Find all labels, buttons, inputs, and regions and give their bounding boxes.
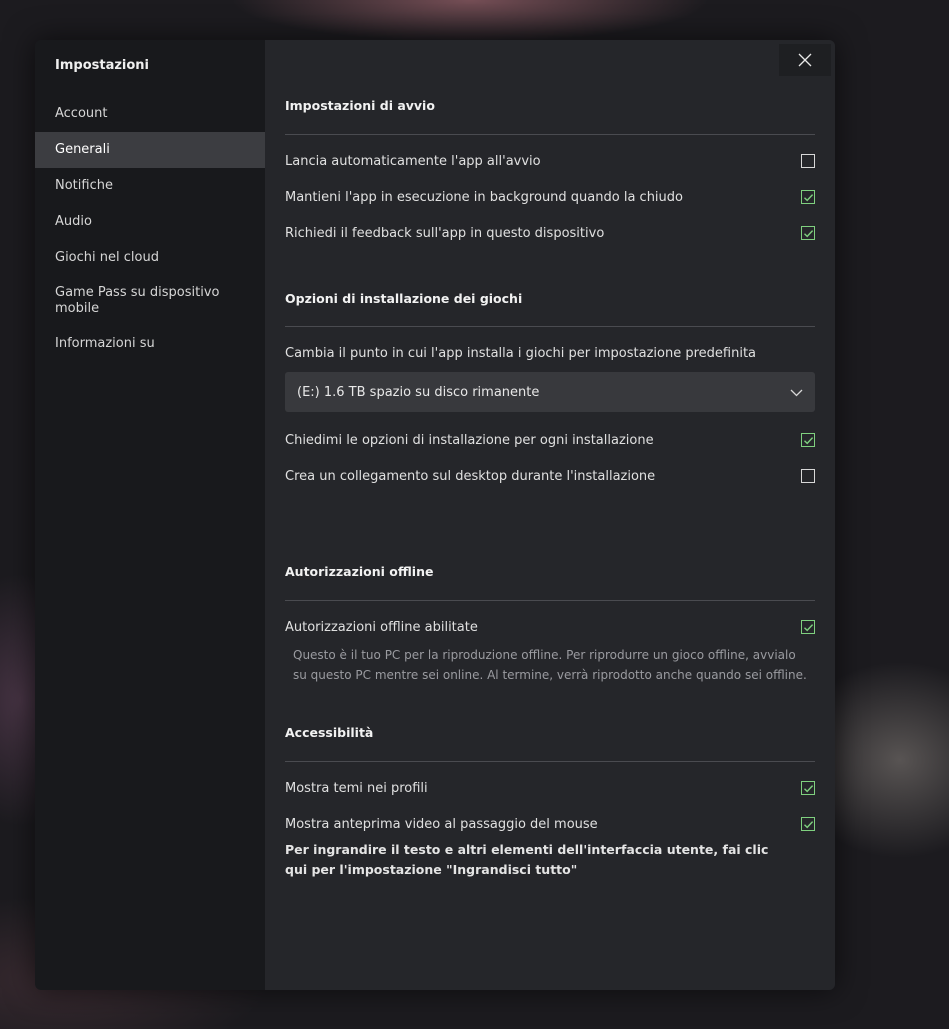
- sidebar-title: Impostazioni: [55, 58, 150, 73]
- sidebar-item-giochi-cloud[interactable]: Giochi nel cloud: [35, 240, 265, 276]
- option-ask-install[interactable]: Chiedimi le opzioni di installazione per…: [285, 429, 815, 451]
- divider: [285, 600, 815, 601]
- magnify-all-link[interactable]: Per ingrandire il testo e altri elementi…: [285, 840, 785, 880]
- section-title-install: Opzioni di installazione dei giochi: [285, 291, 523, 306]
- option-profile-themes[interactable]: Mostra temi nei profili: [285, 777, 815, 799]
- sidebar-item-generali[interactable]: Generali: [35, 132, 265, 168]
- sidebar-item-audio[interactable]: Audio: [35, 204, 265, 240]
- sidebar-item-informazioni[interactable]: Informazioni su: [35, 326, 265, 362]
- dropdown-value: (E:) 1.6 TB spazio su disco rimanente: [297, 384, 540, 400]
- close-button[interactable]: [779, 44, 831, 76]
- close-icon: [798, 53, 812, 67]
- checkbox-run-background[interactable]: [801, 190, 815, 204]
- offline-description: Questo è il tuo PC per la riproduzione o…: [293, 648, 807, 682]
- divider: [285, 761, 815, 762]
- option-desktop-shortcut[interactable]: Crea un collegamento sul desktop durante…: [285, 465, 815, 487]
- sidebar: Impostazioni Account Generali Notifiche …: [35, 40, 265, 990]
- divider: [285, 326, 815, 327]
- sidebar-item-notifiche[interactable]: Notifiche: [35, 168, 265, 204]
- section-title-accessibility: Accessibilità: [285, 725, 374, 740]
- checkbox-feedback[interactable]: [801, 226, 815, 240]
- sidebar-item-game-pass-mobile[interactable]: Game Pass su dispositivo mobile: [35, 276, 265, 326]
- checkbox-ask-install[interactable]: [801, 433, 815, 447]
- option-run-background[interactable]: Mantieni l'app in esecuzione in backgrou…: [285, 186, 815, 208]
- option-label: Autorizzazioni offline abilitate: [285, 619, 478, 635]
- checkbox-video-preview[interactable]: [801, 817, 815, 831]
- settings-content: Impostazioni di avvio Lancia automaticam…: [265, 40, 835, 990]
- divider: [285, 134, 815, 135]
- checkmark-icon: [803, 623, 813, 631]
- checkbox-desktop-shortcut[interactable]: [801, 469, 815, 483]
- option-label: Mostra temi nei profili: [285, 780, 428, 796]
- chevron-down-icon: [790, 389, 803, 396]
- option-label: Mostra anteprima video al passaggio del …: [285, 816, 598, 832]
- install-location-dropdown[interactable]: (E:) 1.6 TB spazio su disco rimanente: [285, 372, 815, 412]
- sidebar-nav: Account Generali Notifiche Audio Giochi …: [35, 96, 265, 362]
- option-offline-enabled[interactable]: Autorizzazioni offline abilitate: [285, 616, 815, 638]
- checkmark-icon: [803, 193, 813, 201]
- option-video-preview[interactable]: Mostra anteprima video al passaggio del …: [285, 813, 815, 835]
- option-label: Richiedi il feedback sull'app in questo …: [285, 225, 605, 241]
- checkbox-offline-enabled[interactable]: [801, 620, 815, 634]
- section-title-offline: Autorizzazioni offline: [285, 564, 434, 579]
- checkmark-icon: [803, 784, 813, 792]
- checkmark-icon: [803, 436, 813, 444]
- install-location-label: Cambia il punto in cui l'app installa i …: [285, 346, 757, 361]
- option-auto-launch[interactable]: Lancia automaticamente l'app all'avvio: [285, 150, 815, 172]
- checkmark-icon: [803, 229, 813, 237]
- section-title-startup: Impostazioni di avvio: [285, 98, 435, 113]
- option-label: Chiedimi le opzioni di installazione per…: [285, 432, 654, 448]
- option-label: Lancia automaticamente l'app all'avvio: [285, 153, 541, 169]
- checkbox-profile-themes[interactable]: [801, 781, 815, 795]
- option-label: Crea un collegamento sul desktop durante…: [285, 468, 656, 484]
- option-label: Mantieni l'app in esecuzione in backgrou…: [285, 189, 683, 205]
- option-feedback[interactable]: Richiedi il feedback sull'app in questo …: [285, 222, 815, 244]
- settings-dialog: Impostazioni Account Generali Notifiche …: [35, 40, 835, 990]
- sidebar-item-account[interactable]: Account: [35, 96, 265, 132]
- checkmark-icon: [803, 820, 813, 828]
- checkbox-auto-launch[interactable]: [801, 154, 815, 168]
